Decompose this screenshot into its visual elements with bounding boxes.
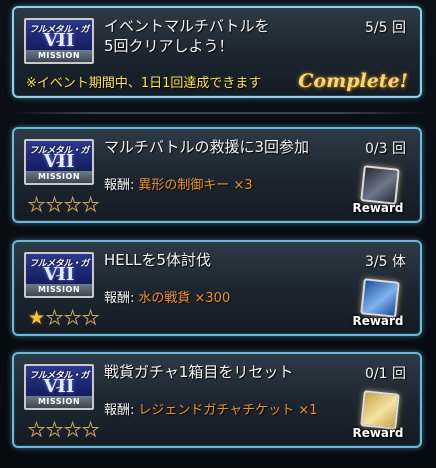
star-empty-icon: ★ [64,307,83,329]
badge-numeral: VII [43,151,75,172]
star-empty-icon: ★ [64,419,83,441]
reward-label: 報酬: [104,403,135,418]
badge-numeral: VII [43,376,75,397]
reward-button[interactable]: Reward [352,390,404,444]
star-empty-icon: ★ [82,307,101,329]
badge-footer: MISSION [26,50,92,62]
mission-card[interactable]: フルメタル・ガイ VII MISSION HELLを5体討伐 3/5 体 報酬:… [12,240,422,336]
mission-progress: 3/5 体 [365,254,406,270]
event-notice: ※イベント期間中、1日1回達成できます [26,76,262,91]
badge-numeral: VII [43,30,75,51]
section-divider [10,112,426,114]
badge-footer: MISSION [26,171,92,183]
star-empty-icon: ★ [46,194,65,216]
mission-badge: フルメタル・ガイ VII MISSION [24,364,94,410]
reward-button-label: Reward [352,426,404,440]
reward-line: 報酬: 水の戦貨 ×300 [104,287,230,306]
reward-line: 報酬: レジェンドガチャチケット ×1 [104,399,318,418]
mission-title: 戦貨ガチャ1箱目をリセット [104,363,294,381]
reward-button[interactable]: Reward [352,278,404,332]
star-empty-icon: ★ [46,419,65,441]
mission-badge: フルメタル・ガイ VII MISSION [24,18,94,64]
reward-label: 報酬: [104,178,135,193]
mission-title: マルチバトルの救援に3回参加 [104,138,309,156]
star-empty-icon: ★ [46,307,65,329]
star-empty-icon: ★ [82,419,101,441]
mission-card[interactable]: フルメタル・ガイ VII MISSION マルチバトルの救援に3回参加 0/3 … [12,127,422,223]
reward-line: 報酬: 異形の制御キー ×3 [104,174,253,193]
mission-badge: フルメタル・ガイ VII MISSION [24,252,94,298]
mission-progress: 5/5 回 [365,20,406,36]
mission-title: HELLを5体討伐 [104,251,212,269]
star-empty-icon: ★ [27,419,47,441]
reward-button[interactable]: Reward [352,165,404,219]
star-rating: ★★★★ [27,419,101,441]
mission-title: イベントマルチバトルを 5回クリアしよう！ [104,16,334,56]
star-empty-icon: ★ [27,194,47,216]
reward-label: 報酬: [104,291,135,306]
complete-label: Complete! [298,70,408,92]
event-mission-card[interactable]: フルメタル・ガイ VII MISSION イベントマルチバトルを 5回クリアしよ… [12,6,422,98]
reward-button-label: Reward [352,314,404,328]
badge-numeral: VII [43,264,75,285]
star-filled-icon: ★ [28,307,47,329]
badge-footer: MISSION [26,396,92,408]
mission-progress: 0/3 回 [365,141,406,157]
mission-list-page: フルメタル・ガイ VII MISSION イベントマルチバトルを 5回クリアしよ… [0,0,436,468]
star-rating: ★★★★ [28,307,101,329]
water-medal-icon [360,278,400,318]
reward-button-label: Reward [352,201,404,215]
gacha-ticket-icon [360,390,400,430]
badge-footer: MISSION [26,284,92,296]
star-empty-icon: ★ [64,194,83,216]
control-key-icon [360,165,400,205]
reward-item: 異形の制御キー ×3 [138,178,253,193]
star-empty-icon: ★ [82,194,101,216]
mission-badge: フルメタル・ガイ VII MISSION [24,139,94,185]
mission-card[interactable]: フルメタル・ガイ VII MISSION 戦貨ガチャ1箱目をリセット 0/1 回… [12,352,422,448]
mission-title-line-2: 5回クリアしよう！ [104,37,234,55]
star-rating: ★★★★ [27,194,101,216]
reward-item: レジェンドガチャチケット ×1 [138,403,318,418]
mission-title-line-1: イベントマルチバトルを [104,17,270,35]
reward-item: 水の戦貨 ×300 [138,291,231,306]
mission-progress: 0/1 回 [365,366,406,382]
